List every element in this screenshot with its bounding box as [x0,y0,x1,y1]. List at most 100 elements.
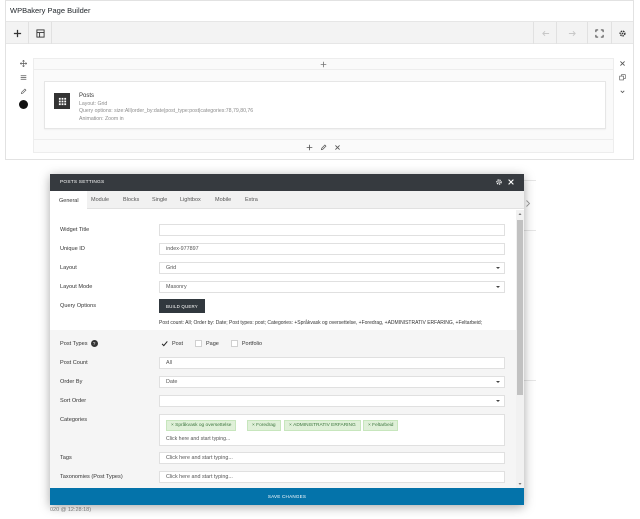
plus-icon [320,61,327,67]
categories-label: Categories [60,417,88,423]
settings-button[interactable] [611,22,633,44]
tab-label: Module [91,197,110,203]
background-divider [524,180,536,181]
build-query-button[interactable]: BUILD QUERY [159,299,205,313]
unique-id-input[interactable]: index-977897 [159,243,505,255]
move-icon [19,59,27,67]
scroll-down-icon[interactable] [518,482,522,486]
scroll-up-icon[interactable] [518,212,522,216]
tab-single[interactable]: Single [152,191,167,209]
tags-input[interactable]: Click here and start typing... [159,452,505,464]
tab-label: Single [152,197,168,203]
modal-settings-button[interactable] [495,178,503,186]
fullscreen-button[interactable] [588,22,610,44]
plus-icon [13,29,21,37]
column-delete-button[interactable] [334,144,341,151]
taxonomies-label: Taxonomies (Post Types) [60,474,123,480]
category-tag[interactable]: × Språkvask og oversettelse [166,420,237,431]
modal-body: Widget Title Unique ID index-977897 Layo… [50,210,516,488]
redo-button[interactable] [561,22,583,44]
element-query: Query options: size:All|order_by:date|po… [79,108,254,114]
posts-element-card[interactable]: Posts Layout: Grid Query options: size:A… [44,81,606,129]
element-animation: Animation: Zoom in [79,115,124,122]
clone-icon [618,73,626,80]
row-move-handle[interactable] [18,58,28,68]
tab-label: General [59,197,79,204]
grid-icon [54,93,70,109]
tab-extra[interactable]: Extra [245,191,258,209]
post-type-post[interactable]: Post [161,340,183,347]
tab-general[interactable]: General [50,191,87,210]
modal-close-button[interactable] [507,178,515,186]
tab-lightbox[interactable]: Lightbox [180,191,201,209]
element-details: Posts Layout: Grid Query options: size:A… [79,93,253,123]
scroll-thumb[interactable] [517,220,523,395]
gear-icon [496,179,502,185]
section-band [50,330,516,488]
tab-mobile[interactable]: Mobile [215,191,231,209]
column-add-top[interactable] [34,59,613,70]
row-edit-button[interactable] [18,86,28,96]
checkbox[interactable] [230,340,238,347]
close-icon [335,144,340,150]
post-types-label: Post Types [60,340,88,347]
row-container: Posts Layout: Grid Query options: size:A… [14,56,634,153]
layout-select[interactable]: Grid [159,262,505,274]
modal-scrollbar[interactable] [516,210,524,488]
row-delete-button[interactable] [617,58,627,68]
plus-icon [306,144,313,150]
order-by-label: Order By [60,379,83,385]
category-tag[interactable]: × Feltarbeid [363,420,399,431]
posts-settings-modal: POSTS SETTINGS General Module Blocks Sin… [50,174,524,505]
category-tag[interactable]: × ADMINISTRATIV ERFARING [284,420,361,431]
order-by-select[interactable]: Date [159,376,505,388]
tab-module[interactable]: Module [91,191,109,209]
category-tag[interactable]: × Foredrag [247,420,281,431]
widget-title-input[interactable] [159,224,505,236]
background-timestamp: 020 @ 12:28:18) [50,507,92,513]
element-name: Posts [79,93,95,99]
tab-label: Mobile [215,197,232,203]
gear-icon [618,29,626,37]
panel-title: WPBakery Page Builder [10,6,91,15]
unique-id-label: Unique ID [60,246,85,252]
chevron-down-icon [619,90,625,93]
post-type-portfolio[interactable]: Portfolio [230,340,263,347]
widget-title-label: Widget Title [60,227,90,233]
checkmark-icon [161,340,168,347]
menu-icon [20,74,26,80]
tag-label: Foredrag [256,423,276,428]
background-chevron-icon [526,200,531,207]
add-element-button[interactable] [6,22,28,44]
tag-label: ADMINISTRATIV ERFARING [293,423,356,428]
column-add-button[interactable] [306,144,313,151]
post-type-page[interactable]: Page [195,340,219,347]
column-box: Posts Layout: Grid Query options: size:A… [33,58,614,153]
templates-button[interactable] [29,22,51,44]
undo-button[interactable] [534,22,556,44]
tab-label: Lightbox [180,197,201,203]
checkbox[interactable] [195,340,203,347]
row-layout-button[interactable] [18,72,28,82]
row-clone-button[interactable] [617,72,627,82]
post-types-options: Post Page Portfolio [161,340,274,347]
tab-blocks[interactable]: Blocks [123,191,139,209]
column-controls [34,139,613,154]
column-edit-button[interactable] [320,144,327,151]
row-collapse-button[interactable] [617,86,627,96]
layout-label: Layout [60,265,77,271]
row-color-indicator[interactable] [19,100,28,109]
undo-icon [541,30,549,36]
redo-icon [568,30,576,36]
option-label: Portfolio [241,340,263,347]
sort-order-select[interactable] [159,395,505,407]
save-changes-button[interactable]: SAVE CHANGES [50,488,524,505]
categories-field[interactable]: × Språkvask og oversettelse × Foredrag ×… [159,414,505,446]
layout-mode-select[interactable]: Masonry [159,281,505,293]
modal-title: POSTS SETTINGS [60,180,105,185]
help-icon[interactable]: ? [90,340,98,347]
taxonomies-input[interactable]: Click here and start typing... [159,471,505,483]
tab-label: Blocks [123,197,140,203]
post-count-input[interactable]: All [159,357,505,369]
tag-label: Feltarbeid [372,423,394,428]
